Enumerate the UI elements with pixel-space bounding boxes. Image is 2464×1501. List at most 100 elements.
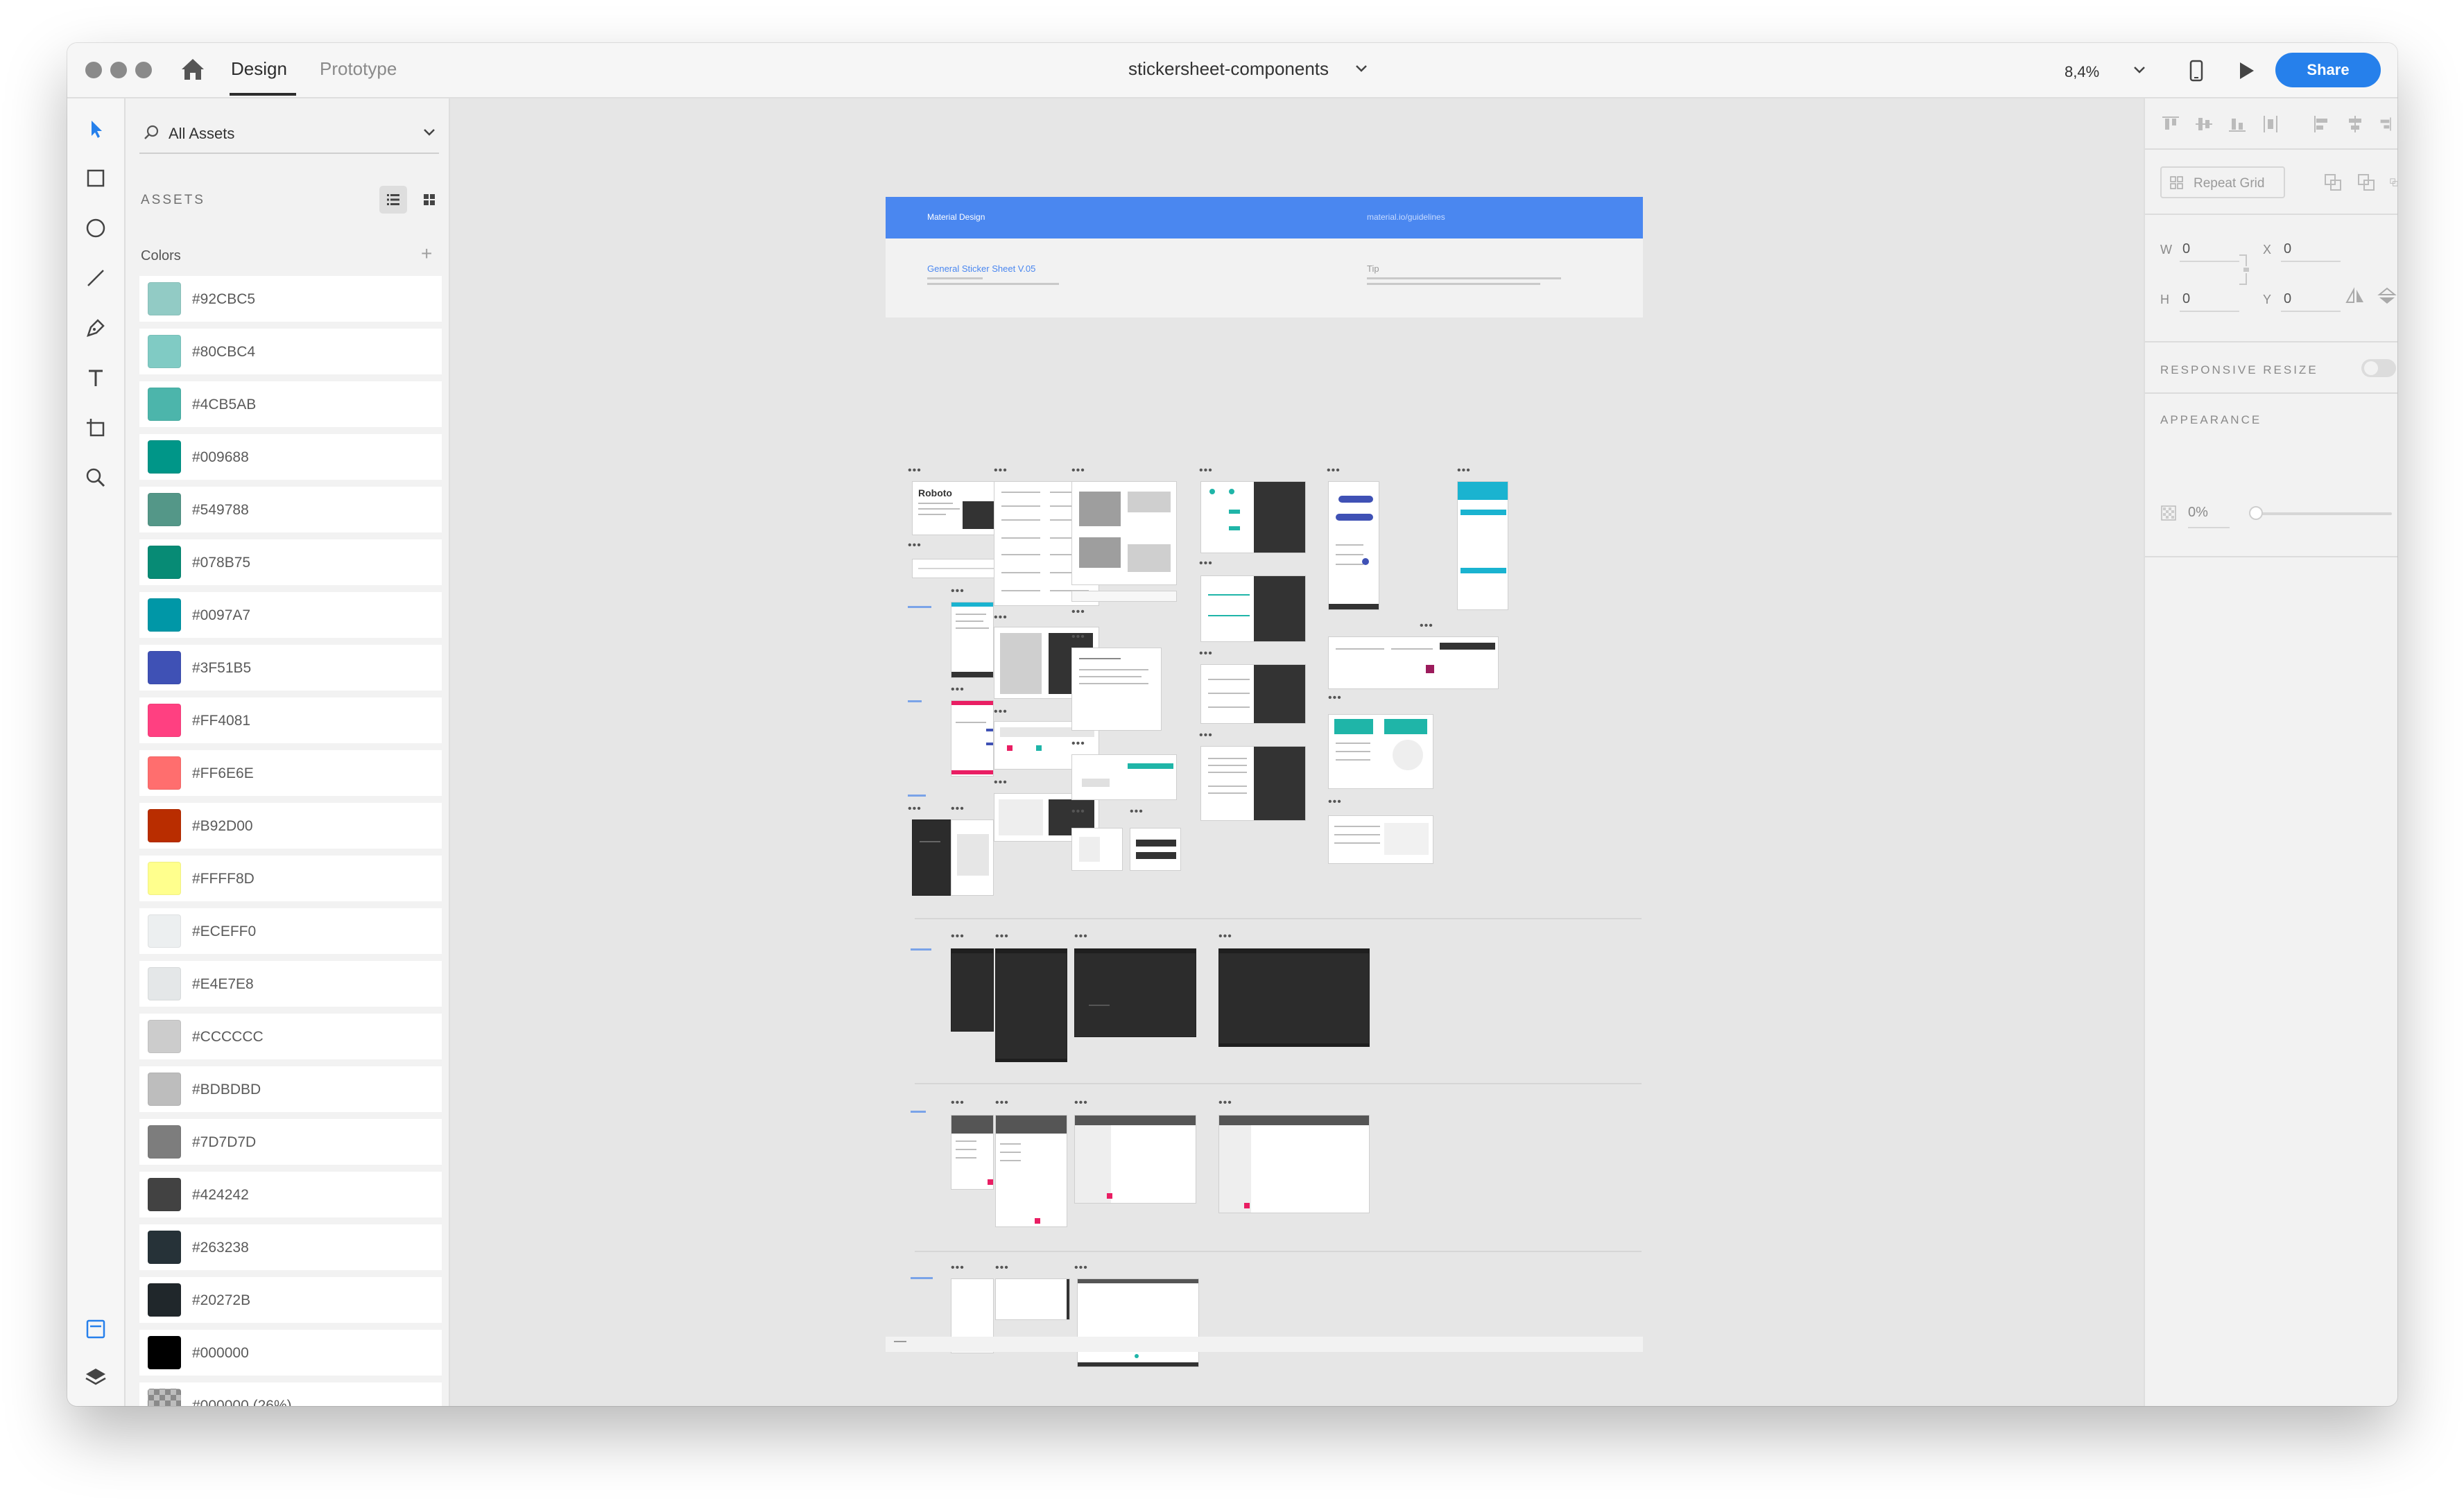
flip-vertical-icon[interactable] — [2377, 287, 2397, 305]
share-button[interactable]: Share — [2275, 53, 2381, 87]
artboard-menu-dots[interactable]: ••• — [908, 804, 922, 815]
artboard-menu-dots[interactable]: ••• — [1457, 465, 1471, 476]
color-swatch-row[interactable]: #BDBDBD — [139, 1066, 442, 1112]
text-fields-artboard[interactable] — [1200, 664, 1306, 724]
artboard-menu-dots[interactable]: ••• — [1074, 1097, 1088, 1109]
artboard-menu-dots[interactable]: ••• — [1328, 693, 1342, 704]
assets-search[interactable]: All Assets — [139, 112, 439, 154]
tab-design[interactable]: Design — [231, 58, 287, 80]
artboard-tool-icon[interactable] — [83, 415, 109, 441]
artboard-menu-dots[interactable]: ••• — [995, 1263, 1009, 1274]
home-icon[interactable] — [180, 57, 206, 82]
list-view-button[interactable] — [379, 186, 407, 214]
color-swatch-row[interactable]: #20272B — [139, 1277, 442, 1323]
artboard-menu-dots[interactable]: ••• — [1199, 465, 1213, 476]
select-tool-icon[interactable] — [83, 115, 109, 141]
color-swatch-row[interactable]: #263238 — [139, 1224, 442, 1270]
artboard-menu-dots[interactable]: ••• — [908, 540, 922, 551]
text-tool-icon[interactable] — [83, 365, 109, 391]
color-swatch-row[interactable]: #ECEFF0 — [139, 908, 442, 954]
artboard-menu-dots[interactable]: ••• — [1420, 621, 1433, 632]
artboard-menu-dots[interactable]: ••• — [1071, 465, 1085, 476]
rectangle-tool-icon[interactable] — [83, 165, 109, 191]
x-field[interactable]: 0 — [2284, 241, 2291, 257]
cards-artboard[interactable] — [1071, 481, 1177, 585]
align-center-icon[interactable] — [2345, 114, 2366, 135]
artboard-menu-dots[interactable]: ••• — [1218, 931, 1232, 942]
repeat-grid-button[interactable]: Repeat Grid — [2160, 166, 2285, 198]
color-swatch-row[interactable]: #424242 — [139, 1172, 442, 1217]
color-swatch-row[interactable]: #009688 — [139, 434, 442, 480]
align-top-icon[interactable] — [2160, 114, 2181, 135]
controls-artboard[interactable] — [1200, 481, 1306, 553]
lock-aspect-icon[interactable] — [2238, 250, 2252, 290]
boolean-add-icon[interactable] — [2323, 172, 2343, 193]
chips-artboard[interactable] — [1071, 591, 1177, 602]
steppers-artboard[interactable] — [1328, 636, 1499, 689]
snackbar-artboard[interactable] — [1071, 754, 1177, 800]
artboard-menu-dots[interactable]: ••• — [1074, 1263, 1088, 1274]
tab-prototype[interactable]: Prototype — [320, 58, 397, 80]
zoom-chevron-down-icon[interactable] — [2133, 65, 2146, 75]
dark-desktop-artboard[interactable] — [1218, 948, 1370, 1047]
text-blocks-artboard[interactable] — [1200, 746, 1306, 821]
artboard-menu-dots[interactable]: ••• — [1074, 931, 1088, 942]
artboard-menu-dots[interactable]: ••• — [951, 586, 965, 597]
zoom-tool-icon[interactable] — [83, 465, 109, 491]
document-title[interactable]: stickersheet-components — [1128, 58, 1329, 80]
layers-panel-icon[interactable] — [83, 1364, 109, 1391]
color-swatch-row[interactable]: #FFFF8D — [139, 856, 442, 901]
ellipse-tool-icon[interactable] — [83, 215, 109, 241]
color-swatch-row[interactable]: #FF6E6E — [139, 750, 442, 796]
color-swatch-row[interactable]: #4CB5AB — [139, 381, 442, 427]
artboard-menu-dots[interactable]: ••• — [994, 777, 1008, 788]
artboard-menu-dots[interactable]: ••• — [1071, 607, 1085, 618]
artboard-menu-dots[interactable]: ••• — [994, 465, 1008, 476]
artboard-menu-dots[interactable]: ••• — [994, 612, 1008, 623]
pen-tool-icon[interactable] — [83, 315, 109, 341]
artboard-menu-dots[interactable]: ••• — [995, 931, 1009, 942]
pickers-artboard[interactable] — [1328, 714, 1433, 789]
artboard-menu-dots[interactable]: ••• — [994, 706, 1008, 718]
y-field[interactable]: 0 — [2284, 291, 2291, 307]
drawer-phone-artboard[interactable] — [951, 1115, 994, 1190]
close-window-button[interactable] — [85, 62, 102, 78]
artboard-menu-dots[interactable]: ••• — [1071, 738, 1085, 749]
distribute-vertical-icon[interactable] — [2260, 114, 2281, 135]
line-tool-icon[interactable] — [83, 265, 109, 291]
artboard-menu-dots[interactable]: ••• — [951, 1263, 965, 1274]
dialog-artboard[interactable] — [1071, 648, 1162, 731]
boolean-intersect-icon[interactable] — [2389, 172, 2397, 193]
chevron-down-icon[interactable] — [1354, 64, 1368, 73]
play-icon[interactable] — [2237, 60, 2256, 81]
sliders-artboard[interactable] — [1200, 575, 1306, 642]
assets-panel-icon[interactable] — [83, 1316, 109, 1342]
dark-phone-artboard[interactable] — [951, 948, 994, 1032]
artboard-menu-dots[interactable]: ••• — [951, 931, 965, 942]
color-swatch-row[interactable]: #000000 (26%) — [139, 1382, 442, 1406]
color-swatch-row[interactable]: #80CBC4 — [139, 329, 442, 374]
color-swatch-row[interactable]: #92CBC5 — [139, 276, 442, 322]
artboard-menu-dots[interactable]: ••• — [1218, 1097, 1232, 1109]
color-swatch-row[interactable]: #B92D00 — [139, 803, 442, 849]
boolean-subtract-icon[interactable] — [2356, 172, 2377, 193]
responsive-resize-toggle[interactable] — [2361, 359, 2396, 377]
artboard-menu-dots[interactable]: ••• — [1199, 730, 1213, 741]
color-swatch-row[interactable]: #549788 — [139, 487, 442, 532]
drawer-landscape-artboard[interactable] — [1074, 1115, 1196, 1204]
artboard-menu-dots[interactable]: ••• — [1130, 806, 1144, 817]
artboard-menu-dots[interactable]: ••• — [908, 465, 922, 476]
artboard-menu-dots[interactable]: ••• — [951, 804, 965, 815]
tooltip-artboard[interactable] — [1130, 828, 1181, 871]
empty-landscape-artboard[interactable] — [1077, 1278, 1199, 1367]
phone-artboard[interactable] — [951, 819, 994, 896]
opacity-field[interactable]: 0% — [2188, 505, 2208, 521]
height-field[interactable]: 0 — [2182, 291, 2190, 307]
color-swatch-row[interactable]: #FF4081 — [139, 697, 442, 743]
drawer-desktop-artboard[interactable] — [1218, 1115, 1370, 1213]
menu-artboard[interactable] — [1071, 828, 1123, 871]
dark-tablet-artboard[interactable] — [995, 948, 1067, 1062]
color-swatch-row[interactable]: #078B75 — [139, 539, 442, 585]
color-swatch-row[interactable]: #0097A7 — [139, 592, 442, 638]
date-picker-artboard[interactable] — [1328, 815, 1433, 864]
